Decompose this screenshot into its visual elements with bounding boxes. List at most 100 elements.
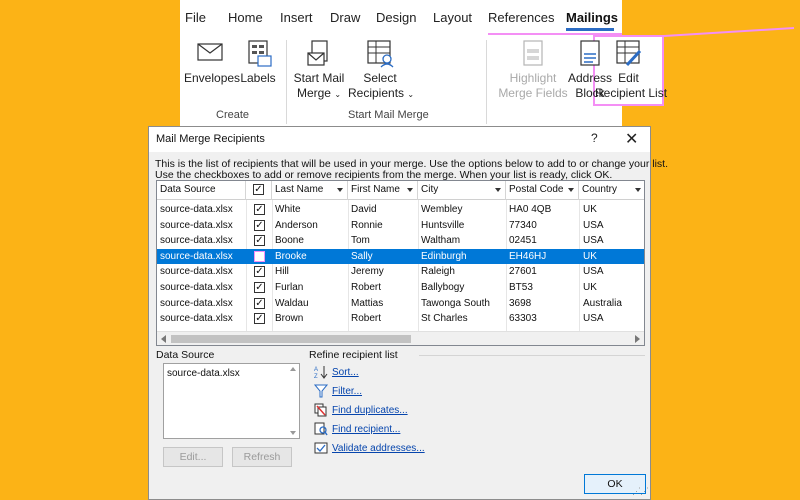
column-header-postal-code[interactable]: Postal Code (506, 181, 579, 200)
refine-section-label: Refine recipient list (309, 349, 398, 361)
horizontal-scrollbar[interactable] (157, 331, 644, 345)
address-block-button[interactable]: Address Block (566, 40, 614, 104)
table-row[interactable]: source-data.xlsx ✓ Brown Robert St Charles 63… (157, 311, 644, 327)
tab-home[interactable]: Home (228, 10, 263, 25)
filter-link[interactable]: Filter... (332, 386, 362, 397)
cell-last: Furlan (275, 282, 304, 293)
tab-layout[interactable]: Layout (433, 10, 472, 25)
table-row[interactable]: source-data.xlsx ✓ White David Wembley HA0 4Q… (157, 202, 644, 218)
recipient-checkbox[interactable]: ✓ (254, 219, 265, 231)
address-block-label-2: Block (575, 86, 605, 100)
column-header-country[interactable]: Country (579, 181, 644, 200)
cell-source: source-data.xlsx (160, 282, 233, 293)
table-row[interactable]: source-data.xlsx ✓ Furlan Robert Ballybogy BT… (157, 280, 644, 296)
start-mail-merge-label-1: Start Mail (293, 71, 345, 85)
select-all-checkbox[interactable]: ✓ (253, 184, 264, 195)
start-mail-merge-button[interactable]: Start Mail Merge ⌄ (292, 40, 346, 104)
cell-last: Waldau (275, 297, 309, 309)
cell-last: White (275, 204, 301, 215)
data-source-list[interactable]: source-data.xlsx (163, 363, 300, 439)
cell-first: Robert (351, 282, 382, 293)
tab-design[interactable]: Design (376, 10, 416, 25)
column-header-city[interactable]: City (418, 181, 506, 200)
find-duplicates-link[interactable]: Find duplicates... (332, 405, 408, 416)
annotation-arrow-line-icon (664, 27, 795, 37)
recipient-checkbox[interactable]: ✓ (254, 297, 265, 309)
dropdown-arrow-icon[interactable] (635, 188, 641, 192)
help-icon[interactable]: ? (591, 131, 598, 145)
table-header: Data Source ✓ Last Name First Name City … (157, 181, 644, 200)
cell-last: Anderson (275, 219, 318, 231)
close-icon[interactable]: ✕ (625, 129, 638, 149)
highlight-merge-fields-label-2: Merge Fields (498, 86, 568, 100)
group-label-create: Create (216, 109, 250, 121)
refresh-button[interactable]: Refresh (232, 447, 292, 467)
data-source-scrollbar[interactable] (287, 364, 299, 438)
section-divider (419, 355, 645, 356)
data-source-item[interactable]: source-data.xlsx (167, 368, 240, 379)
envelope-icon (197, 43, 223, 61)
table-row[interactable]: source-data.xlsx ✓ Anderson Ronnie Huntsvill… (157, 218, 644, 234)
recipient-checkbox[interactable]: ✓ (254, 235, 265, 247)
cell-country: USA (583, 266, 604, 278)
dropdown-arrow-icon[interactable] (407, 188, 413, 192)
tab-draw[interactable]: Draw (330, 10, 360, 25)
cell-first: Jeremy (351, 266, 384, 278)
cell-country: UK (583, 282, 597, 293)
chevron-down-icon: ⌄ (334, 90, 342, 99)
dropdown-arrow-icon[interactable] (568, 188, 574, 192)
column-header-data-source[interactable]: Data Source (157, 181, 246, 200)
scroll-right-icon[interactable] (635, 335, 640, 343)
validate-addresses-link[interactable]: Validate addresses... (332, 443, 425, 454)
column-header-last-name[interactable]: Last Name (272, 181, 348, 200)
cell-first: Mattias (351, 297, 384, 309)
dropdown-arrow-icon[interactable] (337, 188, 343, 192)
cell-postal: HA0 4QB (509, 204, 552, 215)
select-recipients-button[interactable]: Select Recipients ⌄ (348, 40, 415, 104)
recipient-checkbox[interactable]: ✓ (254, 282, 265, 293)
cell-country: USA (583, 219, 604, 231)
cell-first: Sally (351, 250, 373, 262)
cell-postal: 63303 (509, 313, 537, 325)
envelopes-button[interactable]: Envelopes (184, 40, 240, 100)
cell-last: Brooke (275, 250, 307, 262)
svg-text:Z: Z (314, 374, 318, 379)
labels-button[interactable]: Labels (238, 40, 278, 100)
cell-first: Robert (351, 313, 382, 325)
cell-last: Boone (275, 235, 304, 247)
tab-insert[interactable]: Insert (280, 10, 313, 25)
validate-addresses-icon (314, 442, 328, 454)
column-header-checkbox[interactable]: ✓ (246, 181, 272, 200)
cell-source: source-data.xlsx (160, 204, 233, 215)
tab-file[interactable]: File (185, 10, 206, 25)
table-row[interactable]: source-data.xlsx ✓ Hill Jeremy Raleigh 27601 U… (157, 264, 644, 280)
cell-source: source-data.xlsx (160, 250, 233, 262)
recipient-checkbox[interactable]: ✓ (254, 266, 265, 278)
scrollbar-thumb[interactable] (171, 335, 411, 343)
cell-postal: BT53 (509, 282, 533, 293)
cell-country: Australia (583, 297, 622, 309)
select-recipients-icon (367, 40, 394, 68)
table-row[interactable]: source-data.xlsx ✓ Waldau Mattias Tawonga So… (157, 296, 644, 312)
group-separator (486, 40, 487, 124)
scroll-down-icon[interactable] (290, 431, 296, 435)
edit-data-source-button[interactable]: Edit... (163, 447, 223, 467)
scroll-left-icon[interactable] (161, 335, 166, 343)
find-recipient-link[interactable]: Find recipient... (332, 424, 400, 435)
recipient-checkbox[interactable]: ✓ (254, 204, 265, 215)
table-row[interactable]: source-data.xlsx Brooke Sally Edinburgh EH46… (157, 248, 644, 265)
scroll-up-icon[interactable] (290, 367, 296, 371)
recipient-checkbox[interactable]: ✓ (254, 313, 265, 325)
cell-postal: 27601 (509, 266, 537, 278)
find-duplicates-icon (314, 403, 327, 417)
resize-grip-icon[interactable]: ⋰⋰ (632, 486, 649, 497)
sort-link[interactable]: Sort... (332, 367, 359, 378)
recipient-checkbox[interactable] (254, 250, 265, 262)
table-row[interactable]: source-data.xlsx ✓ Boone Tom Waltham 02451 USA (157, 233, 644, 249)
column-header-first-name[interactable]: First Name (348, 181, 418, 200)
dropdown-arrow-icon[interactable] (495, 188, 501, 192)
cell-postal: 02451 (509, 235, 537, 247)
filter-icon (314, 384, 328, 398)
highlight-merge-fields-button[interactable]: Highlight Merge Fields (498, 40, 568, 104)
chevron-down-icon: ⌄ (407, 90, 415, 99)
